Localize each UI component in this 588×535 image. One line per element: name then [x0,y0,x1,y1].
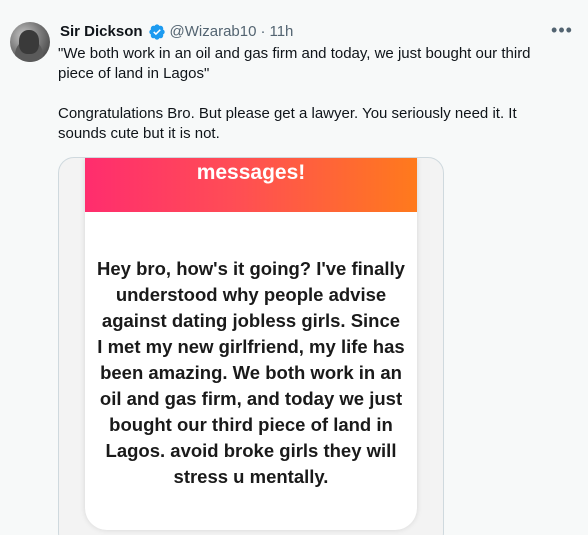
more-options-icon[interactable]: ••• [550,18,574,42]
tweet-header: Sir Dickson @Wizarab10 · 11h [60,22,293,42]
verified-badge-icon [148,24,165,40]
tweet-media-image[interactable]: messages! Hey bro, how's it going? I've … [58,157,444,535]
tweet-text-comment: Congratulations Bro. But please get a la… [58,105,517,142]
tweet-text: "We both work in an oil and gas firm and… [58,44,568,144]
message-body: Hey bro, how's it going? I've finally un… [97,258,405,487]
author-handle[interactable]: @Wizarab10 [170,22,257,42]
avatar[interactable] [10,22,50,62]
author-name[interactable]: Sir Dickson [60,22,143,42]
separator-dot: · [260,23,266,40]
message-banner: messages! [85,158,417,212]
tweet[interactable]: Sir Dickson @Wizarab10 · 11h ••• "We bot… [0,0,588,535]
tweet-text-quote: "We both work in an oil and gas firm and… [58,45,531,82]
timestamp[interactable]: 11h [269,22,293,42]
message-card: messages! Hey bro, how's it going? I've … [85,158,417,530]
banner-title: messages! [196,161,306,184]
